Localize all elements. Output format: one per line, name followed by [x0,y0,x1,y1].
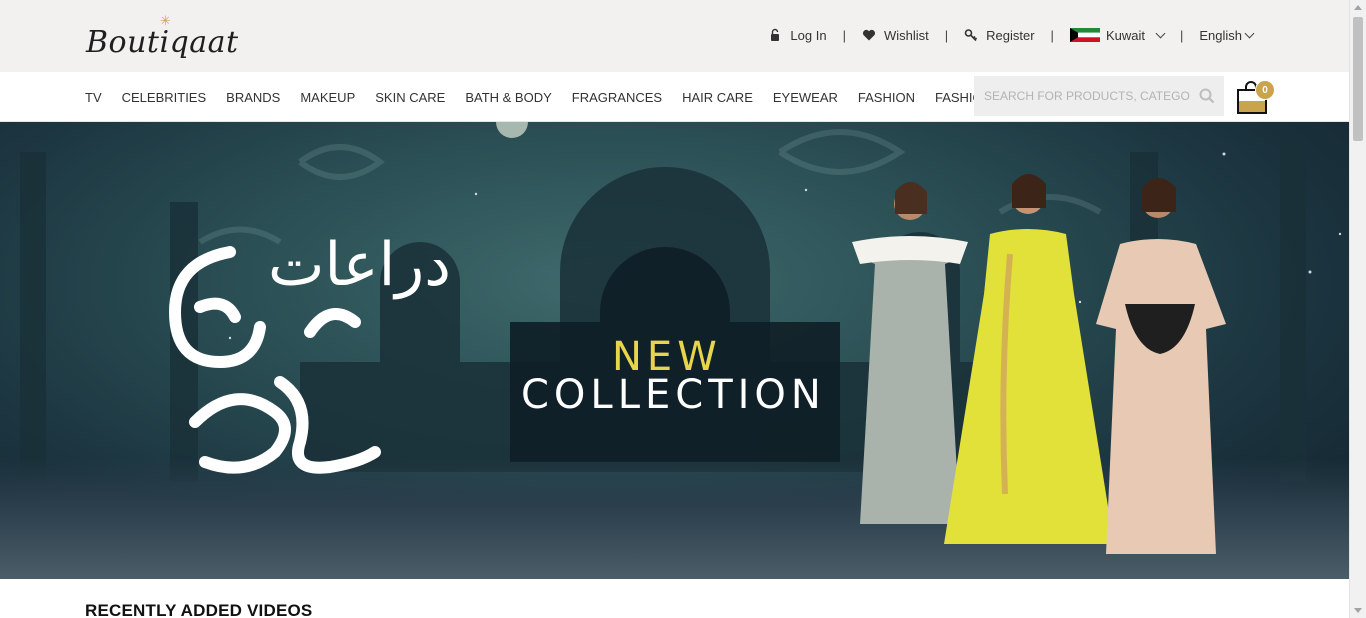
nav-item-eyewear[interactable]: EYEWEAR [773,90,838,105]
hero-arabic-text: دراعات [268,230,451,300]
scroll-thumb[interactable] [1353,17,1363,141]
key-icon [964,29,978,42]
heart-icon [862,29,875,41]
section-title: RECENTLY ADDED VIDEOS [85,601,313,618]
login-link[interactable]: Log In [768,27,827,43]
wishlist-label: Wishlist [883,27,929,43]
hero-banner[interactable]: دراعات NEW COLLECTION [0,122,1349,579]
nav-item-fragrances[interactable]: FRAGRANCES [572,90,662,105]
language-selector[interactable]: English [1199,27,1255,43]
separator: | [944,27,949,43]
model-1 [852,182,968,524]
top-header: Boutiqaat ✳ Log In | Wishlist | Register… [0,0,1349,72]
cart-count-badge: 0 [1255,80,1275,100]
scroll-down-arrow-icon[interactable] [1354,608,1362,613]
models-image [852,174,1226,554]
wishlist-link[interactable]: Wishlist [862,28,929,43]
nav-item-hair-care[interactable]: HAIR CARE [682,90,753,105]
nav-item-fashion[interactable]: FASHION [858,90,915,105]
nav-item-skin-care[interactable]: SKIN CARE [375,90,445,105]
page: Boutiqaat ✳ Log In | Wishlist | Register… [0,0,1366,618]
register-link[interactable]: Register [964,27,1035,43]
model-2 [944,174,1114,544]
logo[interactable]: Boutiqaat ✳ [86,10,239,58]
nav-item-makeup[interactable]: MAKEUP [300,90,355,105]
account-links: Log In | Wishlist | Register | Kuwait | … [768,24,1255,46]
nav-item-bath-body[interactable]: BATH & BODY [465,90,551,105]
country-selector[interactable]: Kuwait [1069,27,1166,43]
separator: | [1179,27,1184,43]
nav-item-celebrities[interactable]: CELEBRITIES [122,90,207,105]
page-scrollbar[interactable] [1349,0,1366,618]
language-label: English [1199,27,1242,43]
chevron-down-icon [1244,28,1255,38]
search-input[interactable] [974,76,1190,116]
scroll-up-arrow-icon[interactable] [1354,5,1362,10]
search-icon[interactable] [1190,76,1224,116]
nav-list: TV CELEBRITIES BRANDS MAKEUP SKIN CARE B… [85,72,1031,122]
model-3 [1096,178,1226,554]
login-label: Log In [790,27,827,43]
lock-icon [771,28,780,41]
cart-button[interactable]: 0 [1236,78,1276,118]
kuwait-flag-icon [1069,28,1100,42]
nav-item-brands[interactable]: BRANDS [226,90,280,105]
separator: | [842,27,846,43]
chevron-down-icon [1155,28,1166,38]
hero-headline-collection: COLLECTION [521,372,826,418]
country-label: Kuwait [1105,27,1145,43]
register-label: Register [986,27,1035,43]
nav-item-tv[interactable]: TV [85,90,102,105]
logo-star-icon: ✳ [160,13,171,28]
search-box [974,76,1224,116]
logo-text: Boutiqaat [86,25,239,60]
separator: | [1050,27,1054,43]
main-nav: TV CELEBRITIES BRANDS MAKEUP SKIN CARE B… [0,72,1349,122]
